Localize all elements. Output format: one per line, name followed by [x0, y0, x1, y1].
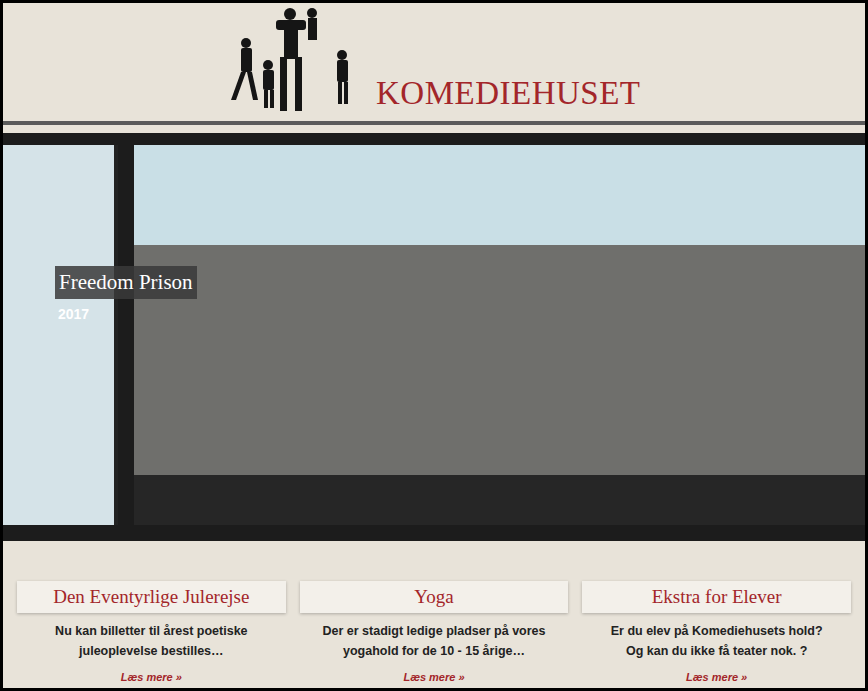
caption-title: Freedom Prison	[55, 266, 197, 299]
brand-name[interactable]: KOMEDIEHUSET	[376, 77, 640, 110]
header-rule	[3, 121, 865, 125]
caption-year: 2017	[55, 307, 197, 321]
slider-caption: Freedom Prison 2017	[55, 266, 197, 321]
card-title[interactable]: Yoga	[300, 581, 569, 613]
slider-bottom-border	[3, 525, 865, 541]
news-card: Den Eventyrlige Julerejse Nu kan billette…	[17, 581, 286, 688]
hero-slider[interactable]: Freedom Prison 2017	[3, 145, 865, 525]
site-header: KOMEDIEHUSET	[3, 3, 865, 121]
card-title[interactable]: Ekstra for Elever	[582, 581, 851, 613]
news-card: Yoga Der er stadigt ledige pladser på vor…	[300, 581, 569, 688]
card-text: Er du elev på Komediehusets hold? Og kan…	[582, 621, 851, 661]
logo-figures-icon[interactable]	[228, 5, 362, 113]
card-text: Nu kan billetter til årest poetiske jule…	[17, 621, 286, 661]
card-title[interactable]: Den Eventyrlige Julerejse	[17, 581, 286, 613]
read-more-link[interactable]: Læs mere »	[121, 669, 182, 686]
slider-side-panel	[3, 145, 118, 525]
page: KOMEDIEHUSET Freedom Prison 2017 Den Eve…	[0, 0, 868, 691]
card-text: Der er stadigt ledige pladser på vores y…	[300, 621, 569, 661]
slider-top-border	[3, 133, 865, 145]
hero-photo	[134, 145, 865, 525]
news-card: Ekstra for Elever Er du elev på Komediehu…	[582, 581, 851, 688]
read-more-link[interactable]: Læs mere »	[686, 669, 747, 686]
news-cards: Den Eventyrlige Julerejse Nu kan billette…	[3, 581, 865, 688]
read-more-link[interactable]: Læs mere »	[403, 669, 464, 686]
